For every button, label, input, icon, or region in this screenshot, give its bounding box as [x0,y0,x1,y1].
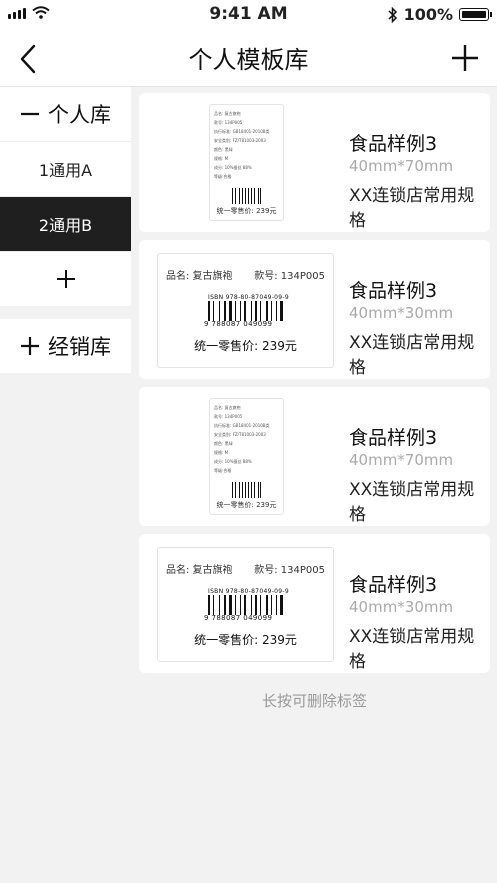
minus-icon [21,112,39,116]
barcode [232,188,262,204]
barcode [208,595,283,615]
template-list: 品名: 复古旗袍 款号: 134P005 执行标准: GB18401-2010B… [139,93,490,681]
label-line: 规格: M [214,450,229,455]
label-line: 执行标准: GB18401-2010B类 [214,129,270,134]
label-line: 颜色: 黑绿 [214,441,233,446]
label-price: 统一零售价: 239元 [194,339,297,353]
template-card[interactable]: 品名: 复古旗袍 款号: 134P005 ISBN 978-80-87049-0… [139,534,490,673]
nav-bar: 个人模板库 [0,30,497,87]
bluetooth-icon [388,6,397,23]
template-card[interactable]: 品名: 复古旗袍 款号: 134P005 执行标准: GB18401-2010B… [139,93,490,232]
card-title: 食品样例3 [349,133,438,155]
label-isbn: ISBN 978-80-87049-09-9 [208,294,289,301]
label-line: 执行标准: GB18401-2010B类 [214,423,270,428]
label-name: 品名: 复古旗袍 [166,565,233,576]
battery-icon [459,8,492,21]
barcode [208,301,283,321]
add-category-button[interactable] [0,252,131,306]
label-preview: 品名: 复古旗袍 款号: 134P005 ISBN 978-80-87049-0… [157,253,334,368]
template-card[interactable]: 品名: 复古旗袍 款号: 134P005 ISBN 978-80-87049-0… [139,240,490,379]
label-price: 统一零售价: 239元 [194,633,297,647]
card-size: 40mm*70mm [349,157,454,175]
personal-library-group: 个人库 1通用A 2通用B [0,87,131,306]
dealer-library-group: 经销库 [0,319,131,373]
label-line: 颜色: 黑绿 [214,147,233,152]
card-size: 40mm*30mm [349,304,454,322]
label-code: 款号: 134P005 [254,271,325,282]
label-line: 规格: M [214,156,229,161]
label-preview: 品名: 复古旗袍 款号: 134P005 执行标准: GB18401-2010B… [209,104,284,221]
dealer-library-header[interactable]: 经销库 [0,319,131,373]
page-title: 个人模板库 [188,46,309,74]
label-barcode-digits: 9 788087 049099 [204,320,273,328]
label-isbn: ISBN 978-80-87049-09-9 [208,588,289,595]
label-name: 品名: 复古旗袍 [166,271,233,282]
label-line: 等级:合格 [214,468,232,473]
card-description: XX连锁店常用规格 [349,333,475,378]
label-price: 统一零售价: 239元 [216,501,277,509]
add-icon[interactable] [449,42,481,74]
sidebar-item-general-b[interactable]: 2通用B [0,197,131,252]
label-line: 安全类别: FZ/T81003-2003 [214,432,266,437]
label-barcode-digits: 9 788087 049099 [204,614,273,622]
card-description: XX连锁店常用规格 [349,480,475,525]
label-preview: 品名: 复古旗袍 款号: 134P005 执行标准: GB18401-2010B… [209,398,284,515]
card-title: 食品样例3 [349,574,438,596]
label-line: 成分: 10%蚕丝 88% [214,459,252,464]
personal-library-label: 个人库 [48,103,111,127]
label-line: 款号: 134P005 [214,120,243,125]
battery-percent: 100% [403,5,453,24]
hint-text: 长按可删除标签 [261,692,367,710]
sidebar-item-general-a[interactable]: 1通用A [0,142,131,197]
card-size: 40mm*30mm [349,598,454,616]
template-card[interactable]: 品名: 复古旗袍 款号: 134P005 执行标准: GB18401-2010B… [139,387,490,526]
label-line: 品名: 复古旗袍 [214,111,241,116]
label-line: 成分: 10%蚕丝 88% [214,165,252,170]
personal-library-header[interactable]: 个人库 [0,87,131,142]
label-price: 统一零售价: 239元 [216,207,277,215]
card-description: XX连锁店常用规格 [349,186,475,231]
label-code: 款号: 134P005 [254,565,325,576]
label-line: 安全类别: FZ/T81003-2003 [214,138,266,143]
card-title: 食品样例3 [349,280,438,302]
label-line: 品名: 复古旗袍 [214,405,241,410]
label-line: 等级:合格 [214,174,232,179]
card-size: 40mm*70mm [349,451,454,469]
status-bar: 9:41 AM 100% [0,0,497,30]
barcode [232,482,262,498]
plus-icon [56,270,75,288]
card-title: 食品样例3 [349,427,438,449]
sidebar: 个人库 1通用A 2通用B 经销库 [0,87,131,373]
card-description: XX连锁店常用规格 [349,627,475,672]
dealer-library-label: 经销库 [48,335,111,359]
label-line: 款号: 134P005 [214,414,243,419]
plus-icon [21,337,39,355]
label-preview: 品名: 复古旗袍 款号: 134P005 ISBN 978-80-87049-0… [157,547,334,662]
